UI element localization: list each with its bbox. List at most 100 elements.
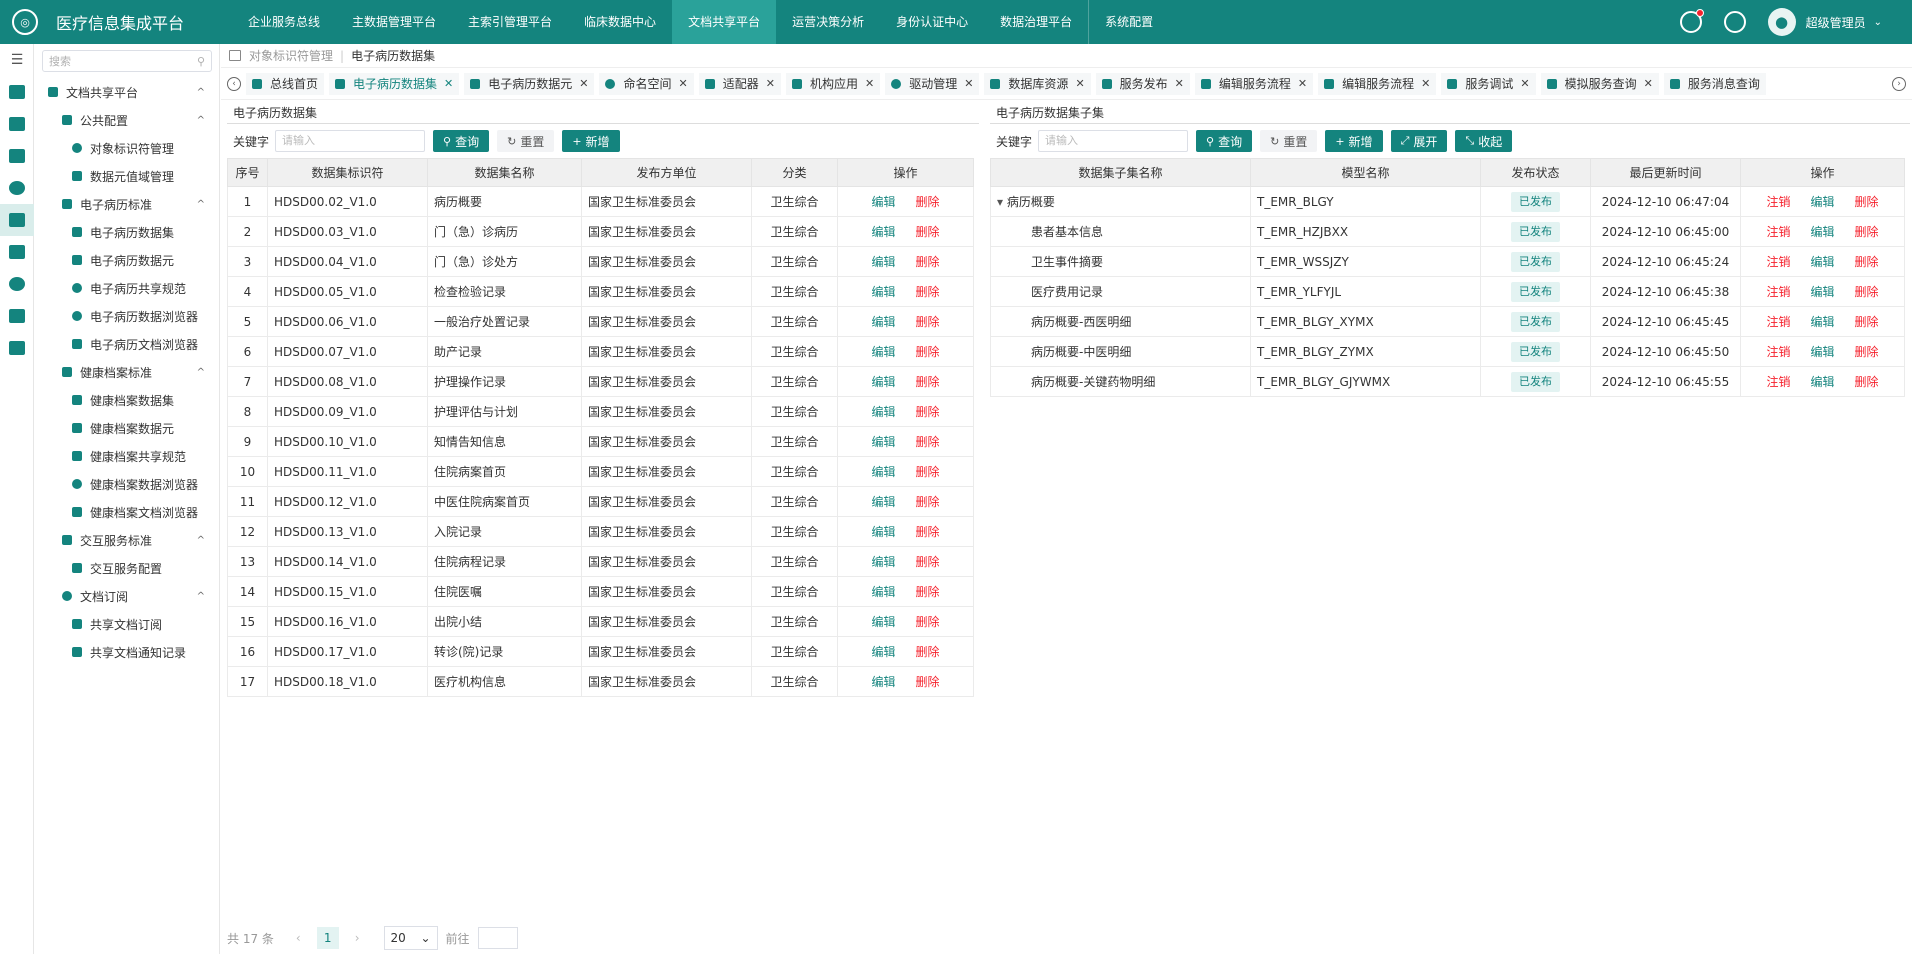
delete-link[interactable]: 删除: [916, 435, 940, 449]
edit-link[interactable]: 编辑: [871, 405, 895, 419]
tab-item[interactable]: 数据库资源 ✕: [984, 72, 1091, 95]
tab-item[interactable]: 编辑服务流程 ✕: [1318, 72, 1437, 95]
sidebar-item[interactable]: 电子病历数据元: [35, 246, 219, 274]
sidebar-item[interactable]: 共享文档订阅: [35, 610, 219, 638]
cancel-link[interactable]: 注销: [1766, 345, 1790, 359]
edit-link[interactable]: 编辑: [1810, 375, 1834, 389]
tabs-next-icon[interactable]: ›: [1892, 77, 1906, 91]
cancel-link[interactable]: 注销: [1766, 375, 1790, 389]
delete-link[interactable]: 删除: [1855, 195, 1879, 209]
tab-item[interactable]: 服务消息查询: [1663, 72, 1766, 95]
topnav-item-6[interactable]: 身份认证中心: [880, 0, 984, 44]
tab-item[interactable]: 服务调试 ✕: [1441, 72, 1536, 95]
delete-link[interactable]: 删除: [916, 615, 940, 629]
breadcrumb-item[interactable]: 对象标识符管理: [249, 47, 333, 64]
page-number-current[interactable]: 1: [316, 927, 339, 949]
rail-database-icon[interactable]: [0, 172, 34, 204]
topnav-item-5[interactable]: 运营决策分析: [776, 0, 880, 44]
cancel-link[interactable]: 注销: [1766, 225, 1790, 239]
tab-item[interactable]: 模拟服务查询 ✕: [1540, 72, 1659, 95]
edit-link[interactable]: 编辑: [1810, 255, 1834, 269]
delete-link[interactable]: 删除: [916, 345, 940, 359]
close-icon[interactable]: ✕: [1175, 77, 1184, 90]
tab-item[interactable]: 电子病历数据集 ✕: [329, 72, 460, 95]
delete-link[interactable]: 删除: [1855, 375, 1879, 389]
delete-link[interactable]: 删除: [1855, 315, 1879, 329]
topnav-item-1[interactable]: 主数据管理平台: [336, 0, 452, 44]
sidebar-item[interactable]: 电子病历数据集: [35, 218, 219, 246]
topnav-item-0[interactable]: 企业服务总线: [232, 0, 336, 44]
delete-link[interactable]: 删除: [1855, 345, 1879, 359]
query-button[interactable]: ⚲ 查询: [433, 130, 490, 152]
sidebar-item[interactable]: 电子病历数据浏览器: [35, 302, 219, 330]
sidebar-item[interactable]: 文档共享平台 ^: [35, 78, 219, 106]
delete-link[interactable]: 删除: [916, 375, 940, 389]
home-icon[interactable]: [229, 50, 241, 61]
subset-query-button[interactable]: ⚲ 查询: [1196, 130, 1253, 152]
user-name[interactable]: 超级管理员: [1806, 14, 1866, 31]
topnav-item-8[interactable]: 系统配置: [1088, 0, 1169, 44]
sidebar-item[interactable]: 健康档案文档浏览器: [35, 498, 219, 526]
prev-page-icon[interactable]: ‹: [296, 931, 301, 945]
edit-link[interactable]: 编辑: [871, 465, 895, 479]
sidebar-item[interactable]: 电子病历标准 ^: [35, 190, 219, 218]
subset-reset-button[interactable]: ↻ 重置: [1260, 130, 1318, 152]
chevron-up-icon[interactable]: ^: [197, 115, 205, 126]
delete-link[interactable]: 删除: [916, 585, 940, 599]
rail-briefcase-icon[interactable]: [0, 236, 34, 268]
edit-link[interactable]: 编辑: [871, 525, 895, 539]
close-icon[interactable]: ✕: [444, 77, 453, 90]
edit-link[interactable]: 编辑: [871, 375, 895, 389]
keyword-input[interactable]: 请输入: [275, 130, 426, 152]
delete-link[interactable]: 删除: [916, 405, 940, 419]
close-icon[interactable]: ✕: [766, 77, 775, 90]
next-page-icon[interactable]: ›: [355, 931, 360, 945]
edit-link[interactable]: 编辑: [1810, 315, 1834, 329]
sidebar-search-input[interactable]: 搜索 ⚲: [42, 50, 212, 72]
rail-settings-icon[interactable]: [0, 332, 34, 364]
sidebar-item[interactable]: 公共配置 ^: [35, 106, 219, 134]
rail-storage-icon[interactable]: [0, 300, 34, 332]
rail-document-share-icon[interactable]: [0, 204, 34, 236]
sidebar-item[interactable]: 数据元值域管理: [35, 162, 219, 190]
settings-ring-icon[interactable]: [1723, 11, 1746, 33]
sidebar-item[interactable]: 健康档案数据元: [35, 414, 219, 442]
menu-toggle-icon[interactable]: ☰: [0, 44, 34, 76]
edit-link[interactable]: 编辑: [871, 315, 895, 329]
sidebar-item[interactable]: 健康档案数据集: [35, 386, 219, 414]
close-icon[interactable]: ✕: [1520, 77, 1529, 90]
sidebar-item[interactable]: 共享文档通知记录: [35, 638, 219, 666]
close-icon[interactable]: ✕: [1421, 77, 1430, 90]
edit-link[interactable]: 编辑: [1810, 225, 1834, 239]
edit-link[interactable]: 编辑: [1810, 195, 1834, 209]
delete-link[interactable]: 删除: [916, 225, 940, 239]
edit-link[interactable]: 编辑: [871, 555, 895, 569]
rail-server-icon[interactable]: [0, 108, 34, 140]
tab-item[interactable]: 适配器 ✕: [698, 72, 781, 95]
goto-page-input[interactable]: [477, 927, 518, 949]
tab-item[interactable]: 服务发布 ✕: [1095, 72, 1190, 95]
delete-link[interactable]: 删除: [916, 315, 940, 329]
delete-link[interactable]: 删除: [916, 525, 940, 539]
chevron-up-icon[interactable]: ^: [197, 535, 205, 546]
rail-user-icon[interactable]: [0, 268, 34, 300]
page-size-select[interactable]: 20 ⌄: [383, 926, 438, 950]
edit-link[interactable]: 编辑: [871, 645, 895, 659]
tab-item[interactable]: 驱动管理 ✕: [885, 72, 980, 95]
edit-link[interactable]: 编辑: [871, 195, 895, 209]
close-icon[interactable]: ✕: [1644, 77, 1653, 90]
close-icon[interactable]: ✕: [1075, 77, 1084, 90]
close-icon[interactable]: ✕: [679, 77, 688, 90]
expand-button[interactable]: ⤢ 展开: [1390, 130, 1448, 152]
sidebar-item[interactable]: 健康档案标准 ^: [35, 358, 219, 386]
collapse-button[interactable]: ⤡ 收起: [1455, 130, 1513, 152]
delete-link[interactable]: 删除: [916, 255, 940, 269]
edit-link[interactable]: 编辑: [871, 675, 895, 689]
sidebar-item[interactable]: 文档订阅 ^: [35, 582, 219, 610]
rail-shield-icon[interactable]: [0, 76, 34, 108]
sidebar-item[interactable]: 交互服务配置: [35, 554, 219, 582]
edit-link[interactable]: 编辑: [871, 495, 895, 509]
tab-item[interactable]: 电子病历数据元 ✕: [464, 72, 595, 95]
edit-link[interactable]: 编辑: [871, 585, 895, 599]
notification-icon[interactable]: [1679, 9, 1704, 33]
